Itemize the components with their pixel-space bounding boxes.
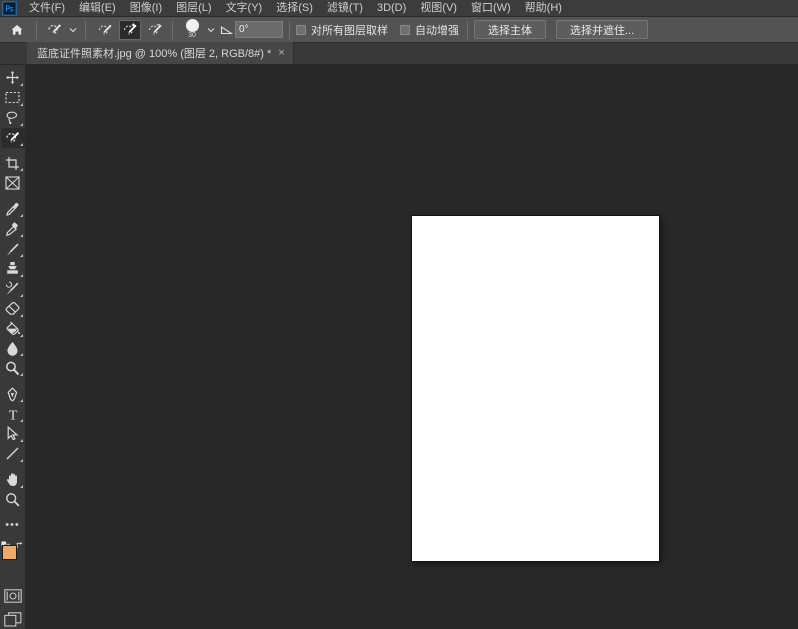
flyout-corner-icon: [19, 458, 23, 462]
selection-mode-group: [94, 19, 166, 40]
options-bar: 30 0° 对所有图层取样 自动增强 选择主体 选择并遮住...: [0, 17, 798, 43]
photoshop-app-icon: Ps: [2, 0, 17, 16]
flyout-corner-icon: [19, 234, 23, 238]
flyout-corner-icon: [19, 168, 23, 172]
flyout-corner-icon: [19, 82, 23, 86]
brush-angle-input[interactable]: 0°: [235, 21, 283, 38]
spot-healing-brush-tool[interactable]: [1, 219, 25, 239]
document-tab-label: 蓝底证件照素材.jpg @ 100% (图层 2, RGB/8#) *: [37, 48, 272, 60]
menu-filter[interactable]: 滤镜(T): [320, 0, 370, 17]
options-separator-2: [85, 20, 86, 39]
photoshop-window: Ps 文件(F) 编辑(E) 图像(I) 图层(L) 文字(Y) 选择(S) 滤…: [0, 0, 798, 629]
crop-tool[interactable]: [1, 154, 25, 174]
flyout-corner-icon: [19, 214, 23, 218]
path-selection-tool[interactable]: [1, 424, 25, 444]
document-tab[interactable]: 蓝底证件照素材.jpg @ 100% (图层 2, RGB/8#) * ×: [27, 42, 294, 64]
brush-dot-icon: [185, 18, 199, 32]
line-tool[interactable]: [1, 444, 25, 464]
brush-tool[interactable]: [1, 239, 25, 259]
frame-tool[interactable]: [1, 173, 25, 193]
tools-panel: T •••: [0, 65, 26, 629]
menu-help[interactable]: 帮助(H): [518, 0, 569, 17]
document-canvas[interactable]: [412, 216, 659, 561]
clone-stamp-tool[interactable]: [1, 259, 25, 279]
brush-picker-chevron-down-icon[interactable]: [205, 20, 217, 40]
flyout-corner-icon: [19, 102, 23, 106]
flyout-corner-icon: [19, 142, 23, 146]
home-icon[interactable]: [4, 19, 30, 41]
menu-type[interactable]: 文字(Y): [219, 0, 270, 17]
close-icon[interactable]: ×: [278, 47, 284, 59]
menu-view[interactable]: 视图(V): [413, 0, 464, 17]
flyout-corner-icon: [19, 484, 23, 488]
pen-tool[interactable]: [1, 384, 25, 404]
svg-text:T: T: [8, 408, 17, 422]
menu-image[interactable]: 图像(I): [123, 0, 169, 17]
flyout-corner-icon: [19, 438, 23, 442]
type-tool[interactable]: T: [1, 404, 25, 424]
select-and-mask-button[interactable]: 选择并遮住...: [556, 20, 649, 39]
angle-icon: [217, 24, 235, 35]
menu-file[interactable]: 文件(F): [22, 0, 72, 17]
foreground-color-swatch[interactable]: [1, 545, 17, 561]
select-subject-button[interactable]: 选择主体: [474, 20, 546, 39]
svg-text:Ps: Ps: [5, 4, 13, 13]
quick-selection-tool[interactable]: [0, 127, 25, 148]
flyout-corner-icon: [19, 399, 23, 403]
options-separator-5: [467, 20, 468, 39]
add-to-selection-mode[interactable]: [119, 19, 141, 40]
new-selection-mode[interactable]: [94, 20, 116, 40]
auto-enhance-checkbox[interactable]: 自动增强: [400, 22, 459, 38]
flyout-corner-icon: [19, 373, 23, 377]
menu-select[interactable]: 选择(S): [269, 0, 320, 17]
hand-tool[interactable]: [1, 470, 25, 490]
eyedropper-tool[interactable]: [1, 199, 25, 219]
move-tool[interactable]: [1, 68, 25, 88]
subtract-from-selection-mode[interactable]: [144, 20, 166, 40]
options-separator-4: [289, 20, 290, 39]
flyout-corner-icon: [19, 313, 23, 317]
gradient-tool[interactable]: [1, 319, 25, 339]
dodge-tool[interactable]: [1, 358, 25, 378]
flyout-corner-icon: [19, 293, 23, 297]
flyout-corner-icon: [19, 122, 23, 126]
flyout-corner-icon: [19, 333, 23, 337]
flyout-corner-icon: [19, 273, 23, 277]
edit-toolbar-button[interactable]: •••: [1, 516, 25, 536]
sample-all-layers-checkbox[interactable]: 对所有图层取样: [296, 22, 388, 38]
brush-size-label: 30: [188, 31, 196, 39]
options-separator: [36, 20, 37, 39]
quick-selection-tool-icon[interactable]: [43, 20, 65, 40]
checkbox-box: [400, 24, 410, 35]
quick-mask-mode-button[interactable]: [1, 586, 25, 606]
chevron-down-icon[interactable]: [67, 20, 79, 40]
auto-enhance-label: 自动增强: [415, 24, 459, 37]
screen-mode-button[interactable]: [1, 609, 25, 629]
work-area: T •••: [0, 65, 798, 629]
menu-edit[interactable]: 编辑(E): [72, 0, 123, 17]
document-tab-bar: 蓝底证件照素材.jpg @ 100% (图层 2, RGB/8#) * ×: [0, 42, 798, 65]
brush-size-preview[interactable]: 30: [179, 18, 205, 42]
lasso-tool[interactable]: [1, 108, 25, 128]
menu-window[interactable]: 窗口(W): [464, 0, 518, 17]
sample-all-layers-label: 对所有图层取样: [311, 24, 388, 37]
flyout-corner-icon: [19, 353, 23, 357]
flyout-corner-icon: [19, 253, 23, 257]
eraser-tool[interactable]: [1, 299, 25, 319]
rectangular-marquee-tool[interactable]: [1, 88, 25, 108]
history-brush-tool[interactable]: [1, 279, 25, 299]
menu-bar: Ps 文件(F) 编辑(E) 图像(I) 图层(L) 文字(Y) 选择(S) 滤…: [0, 0, 798, 17]
menu-3d[interactable]: 3D(D): [370, 0, 413, 17]
more-tools-label: •••: [5, 519, 20, 532]
checkbox-box: [296, 24, 306, 35]
flyout-corner-icon: [19, 419, 23, 423]
canvas-workspace[interactable]: [26, 65, 798, 629]
options-separator-3: [172, 20, 173, 39]
zoom-tool[interactable]: [1, 490, 25, 510]
menu-layer[interactable]: 图层(L): [169, 0, 218, 17]
color-swatches[interactable]: [0, 537, 26, 583]
blur-tool[interactable]: [1, 339, 25, 359]
tool-preset-picker[interactable]: [43, 20, 79, 40]
